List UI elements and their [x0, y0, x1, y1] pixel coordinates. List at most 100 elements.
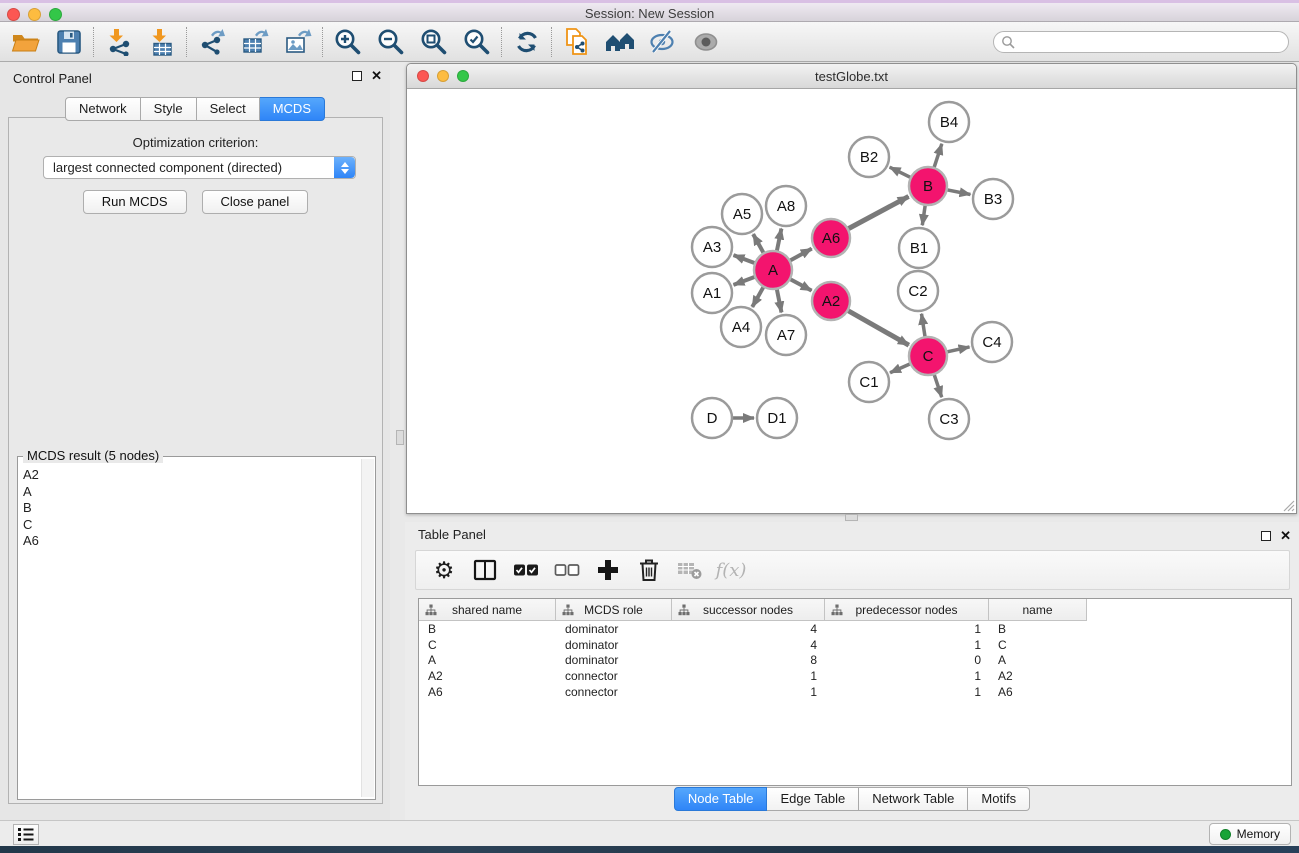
network-window-titlebar[interactable]: testGlobe.txt: [407, 64, 1296, 89]
search-input[interactable]: [993, 31, 1289, 53]
tab-network-table[interactable]: Network Table: [859, 787, 968, 811]
graph-edge[interactable]: [922, 204, 925, 225]
table-row[interactable]: Bdominator41B: [419, 621, 1291, 637]
graph-edge[interactable]: [946, 190, 971, 195]
table-cell[interactable]: 1: [825, 669, 989, 683]
table-cell[interactable]: dominator: [556, 638, 672, 652]
select-all-columns-button[interactable]: [510, 554, 542, 586]
graph-edge[interactable]: [777, 288, 782, 313]
graph-edge[interactable]: [921, 314, 925, 338]
table-cell[interactable]: A2: [989, 669, 1087, 683]
table-row[interactable]: A2connector11A2: [419, 668, 1291, 684]
task-history-button[interactable]: [13, 824, 39, 845]
memory-button[interactable]: Memory: [1209, 823, 1291, 845]
import-network-button[interactable]: [97, 25, 140, 59]
table-cell[interactable]: A: [419, 653, 556, 667]
float-table-panel-icon[interactable]: [1261, 531, 1271, 541]
zoom-fit-button[interactable]: [412, 25, 455, 59]
table-cell[interactable]: connector: [556, 669, 672, 683]
table-cell[interactable]: connector: [556, 685, 672, 699]
table-cell[interactable]: dominator: [556, 622, 672, 636]
run-mcds-button[interactable]: Run MCDS: [83, 190, 187, 214]
tab-mcds[interactable]: MCDS: [260, 97, 325, 121]
show-column-panel-button[interactable]: [469, 554, 501, 586]
show-graphics-details-button[interactable]: [684, 25, 727, 59]
table-row[interactable]: Adominator80A: [419, 653, 1291, 669]
tab-motifs[interactable]: Motifs: [968, 787, 1030, 811]
table-cell[interactable]: A2: [419, 669, 556, 683]
column-header-predecessor-nodes[interactable]: predecessor nodes: [825, 599, 989, 621]
column-header-successor-nodes[interactable]: successor nodes: [672, 599, 825, 621]
unselect-all-columns-button[interactable]: [551, 554, 583, 586]
table-cell[interactable]: A: [989, 653, 1087, 667]
column-header-mcds-role[interactable]: MCDS role: [556, 599, 672, 621]
mcds-result-item[interactable]: C: [23, 517, 360, 534]
graph-edge[interactable]: [890, 363, 911, 372]
graph-edge[interactable]: [890, 167, 912, 178]
float-panel-icon[interactable]: [352, 71, 362, 81]
graph-edge[interactable]: [934, 144, 942, 169]
close-panel-icon[interactable]: ✕: [371, 71, 382, 81]
open-session-button[interactable]: [4, 25, 47, 59]
graph-edge[interactable]: [734, 255, 757, 264]
tab-style[interactable]: Style: [141, 97, 197, 121]
table-cell[interactable]: 8: [672, 653, 825, 667]
mcds-result-item[interactable]: A2: [23, 467, 360, 484]
table-cell[interactable]: 4: [672, 638, 825, 652]
criterion-select[interactable]: largest connected component (directed): [43, 156, 356, 179]
table-cell[interactable]: dominator: [556, 653, 672, 667]
graph-edge[interactable]: [777, 229, 782, 253]
table-cell[interactable]: A6: [419, 685, 556, 699]
table-settings-button[interactable]: ⚙: [428, 554, 460, 586]
mcds-result-item[interactable]: A6: [23, 533, 360, 550]
zoom-selected-button[interactable]: [455, 25, 498, 59]
window-resize-grip-icon[interactable]: [1280, 497, 1295, 512]
create-column-button[interactable]: [592, 554, 624, 586]
hide-graphics-details-button[interactable]: [641, 25, 684, 59]
function-builder-button[interactable]: f(x): [715, 554, 747, 586]
export-table-button[interactable]: [233, 25, 276, 59]
graph-edge[interactable]: [934, 373, 942, 397]
close-panel-button[interactable]: Close panel: [202, 190, 309, 214]
vertical-splitter-handle[interactable]: [396, 430, 404, 445]
column-header-shared-name[interactable]: shared name: [419, 599, 556, 621]
graph-edge[interactable]: [752, 286, 764, 307]
table-cell[interactable]: 1: [825, 622, 989, 636]
table-cell[interactable]: B: [989, 622, 1087, 636]
table-cell[interactable]: C: [419, 638, 556, 652]
table-cell[interactable]: 1: [825, 638, 989, 652]
clone-network-button[interactable]: [555, 25, 598, 59]
table-cell[interactable]: C: [989, 638, 1087, 652]
zoom-out-button[interactable]: [369, 25, 412, 59]
graph-edge[interactable]: [847, 196, 909, 229]
save-session-button[interactable]: [47, 25, 90, 59]
horizontal-splitter-handle[interactable]: [845, 514, 858, 521]
tab-network[interactable]: Network: [65, 97, 141, 121]
result-scrollbar[interactable]: [361, 459, 374, 797]
mcds-result-item[interactable]: B: [23, 500, 360, 517]
import-table-button[interactable]: [140, 25, 183, 59]
graph-edge[interactable]: [734, 276, 757, 285]
graph-edge[interactable]: [789, 249, 812, 262]
close-table-panel-icon[interactable]: ✕: [1280, 531, 1291, 541]
table-cell[interactable]: 1: [825, 685, 989, 699]
table-cell[interactable]: 1: [672, 669, 825, 683]
tab-node-table[interactable]: Node Table: [674, 787, 768, 811]
table-cell[interactable]: 1: [672, 685, 825, 699]
export-network-button[interactable]: [190, 25, 233, 59]
zoom-in-button[interactable]: [326, 25, 369, 59]
mcds-result-item[interactable]: A: [23, 484, 360, 501]
graph-edge[interactable]: [946, 347, 970, 352]
table-cell[interactable]: 4: [672, 622, 825, 636]
network-canvas[interactable]: AA1A2A3A4A5A6A7A8BB1B2B3B4CC1C2C3C4DD1: [407, 89, 1296, 513]
home-button[interactable]: [598, 25, 641, 59]
tab-select[interactable]: Select: [197, 97, 260, 121]
export-image-button[interactable]: [276, 25, 319, 59]
table-cell[interactable]: B: [419, 622, 556, 636]
table-row[interactable]: Cdominator41C: [419, 637, 1291, 653]
table-row[interactable]: A6connector11A6: [419, 684, 1291, 700]
table-cell[interactable]: 0: [825, 653, 989, 667]
tab-edge-table[interactable]: Edge Table: [767, 787, 859, 811]
refresh-button[interactable]: [505, 25, 548, 59]
graph-edge[interactable]: [789, 278, 812, 290]
